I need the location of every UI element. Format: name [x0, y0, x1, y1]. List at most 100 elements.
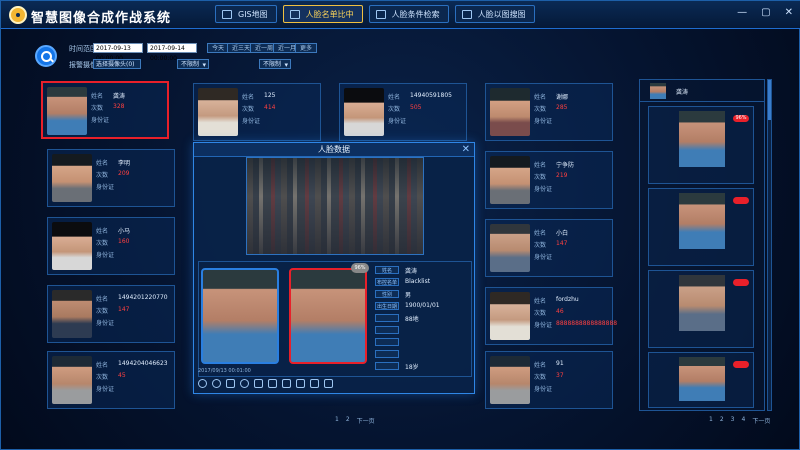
- result-card[interactable]: 姓名 91 次数 37 身份证: [485, 351, 613, 409]
- search-button[interactable]: [35, 45, 57, 67]
- dialog-toolbar: [198, 379, 333, 388]
- result-card[interactable]: 姓名 小白 次数 147 身份证: [485, 219, 613, 277]
- tab-label: 人脸名单比中: [305, 10, 354, 19]
- tab-label: GIS地图: [238, 10, 268, 19]
- card-label: 身份证: [534, 322, 553, 329]
- card-name: 14940591805: [410, 92, 452, 99]
- page-3-link[interactable]: 3: [731, 416, 735, 425]
- result-card[interactable]: 姓名 小马 次数 160 身份证: [47, 217, 175, 275]
- match-item[interactable]: [648, 270, 754, 348]
- face-thumbnail: [490, 356, 530, 404]
- sidebar-scrollbar[interactable]: [767, 79, 772, 411]
- face-thumbnail: [52, 356, 92, 404]
- card-count: 505: [410, 104, 422, 111]
- result-card[interactable]: 姓名 fordzhu 次数 46 身份证 8888888888888888: [485, 287, 617, 345]
- match-item[interactable]: [648, 352, 754, 408]
- result-card[interactable]: 姓名 1494201220770 次数 147 身份证: [47, 285, 175, 343]
- card-name: 谢娜: [556, 94, 569, 101]
- tab-face-blacklist[interactable]: 人脸名单比中: [282, 5, 363, 23]
- card-label: 身份证: [534, 386, 553, 393]
- result-card[interactable]: 姓名 1494204046623 次数 45 身份证: [47, 351, 175, 409]
- app-title: 智慧图像合成作战系统: [31, 11, 172, 26]
- app-window: 智慧图像合成作战系统 GIS地图 人脸名单比中 人脸条件检索 人脸以图搜图 — …: [0, 0, 800, 450]
- detail-label: [375, 362, 399, 370]
- face-thumbnail: [679, 193, 725, 249]
- page-2-link[interactable]: 2: [346, 416, 350, 425]
- match-item[interactable]: [648, 188, 754, 266]
- card-count: 328: [113, 103, 125, 110]
- face-thumbnail: [490, 292, 530, 340]
- scrollbar-thumb[interactable]: [768, 80, 771, 120]
- list-icon: [289, 10, 300, 19]
- cancel-icon[interactable]: [212, 379, 221, 388]
- card-label: 姓名: [534, 362, 547, 369]
- similarity-badge: 96%: [351, 263, 369, 273]
- card-label: 次数: [96, 374, 109, 381]
- page-4-link[interactable]: 4: [741, 416, 745, 425]
- grid-pager: 1 2 下一页: [335, 416, 375, 425]
- close-icon[interactable]: ✕: [462, 144, 470, 155]
- detail-label: 出生日期: [375, 302, 399, 310]
- tab-face-search[interactable]: 人脸条件检索: [368, 5, 449, 23]
- grid-icon[interactable]: [226, 379, 235, 388]
- card-label: 次数: [388, 106, 401, 113]
- user-icon[interactable]: [296, 379, 305, 388]
- similarity-badge: 96%: [733, 115, 749, 122]
- card-label: 身份证: [534, 186, 553, 193]
- result-card[interactable]: 姓名 谢娜 次数 285 身份证: [485, 83, 613, 141]
- close-icon[interactable]: ✕: [785, 7, 793, 18]
- detail-label: 姓名: [375, 266, 399, 274]
- detail-value: 龚涛: [405, 268, 418, 275]
- window-controls: — ▢ ✕: [737, 7, 793, 18]
- match-item[interactable]: 96%: [648, 106, 754, 184]
- app-logo-icon: [9, 6, 27, 24]
- detail-value: 男: [405, 292, 412, 299]
- camera-select[interactable]: 选择摄像头(0): [93, 59, 141, 69]
- card-label: 次数: [96, 240, 109, 247]
- database-icon[interactable]: [282, 379, 291, 388]
- target-icon[interactable]: [240, 379, 249, 388]
- card-label: 身份证: [96, 252, 115, 259]
- next-page-link[interactable]: 下一页: [752, 416, 770, 425]
- today-button[interactable]: 今天: [207, 43, 230, 53]
- result-card[interactable]: 姓名 龚涛 次数 328 身份证: [41, 81, 169, 139]
- play-icon[interactable]: [198, 379, 207, 388]
- detail-value: 88地: [405, 316, 419, 323]
- card-label: 姓名: [96, 160, 109, 167]
- filter-select-1[interactable]: 不限制: [177, 59, 209, 70]
- card-id-value: 8888888888888888: [556, 320, 618, 327]
- page-1-link[interactable]: 1: [335, 416, 339, 425]
- end-time-input[interactable]: 2017-09-14 00:00:00: [147, 43, 197, 62]
- page-1-link[interactable]: 1: [709, 416, 713, 425]
- minimize-icon[interactable]: —: [737, 7, 747, 18]
- face-thumbnail: [679, 275, 725, 331]
- card-label: 次数: [91, 105, 104, 112]
- result-card[interactable]: 姓名 125 次数 414 身份证: [193, 83, 321, 141]
- tab-gis[interactable]: GIS地图: [215, 5, 277, 23]
- card-label: 次数: [96, 308, 109, 315]
- result-card[interactable]: 姓名 宁争防 次数 219 身份证: [485, 151, 613, 209]
- detail-label: [375, 326, 399, 334]
- tab-image-search[interactable]: 人脸以图搜图: [454, 5, 535, 23]
- document-icon[interactable]: [268, 379, 277, 388]
- detail-label: [375, 314, 399, 322]
- users-icon[interactable]: [324, 379, 333, 388]
- card-label: 身份证: [91, 117, 110, 124]
- maximize-icon[interactable]: ▢: [761, 7, 770, 18]
- similarity-badge: [733, 279, 749, 286]
- card-name: 125: [264, 92, 276, 99]
- group-icon[interactable]: [310, 379, 319, 388]
- result-card[interactable]: 姓名 李明 次数 209 身份证: [47, 149, 175, 207]
- more-button[interactable]: 更多: [295, 43, 318, 53]
- card-label: 次数: [534, 242, 547, 249]
- next-page-link[interactable]: 下一页: [357, 416, 375, 425]
- card-name: fordzhu: [556, 296, 579, 303]
- start-time-input[interactable]: 2017-09-13 00:00:00: [93, 43, 143, 62]
- pen-icon[interactable]: [254, 379, 263, 388]
- page-2-link[interactable]: 2: [720, 416, 724, 425]
- filter-select-2[interactable]: 不限制: [259, 59, 291, 70]
- result-card[interactable]: 姓名 14940591805 次数 505 身份证: [339, 83, 467, 141]
- map-icon: [222, 10, 232, 19]
- detail-label: [375, 350, 399, 358]
- card-count: 37: [556, 372, 564, 379]
